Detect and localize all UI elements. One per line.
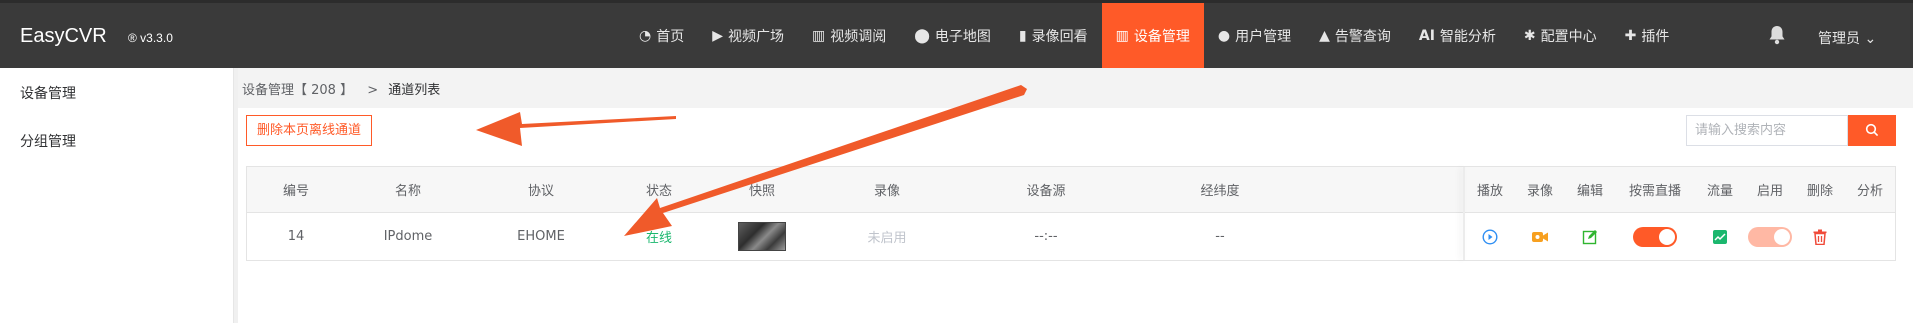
nav-plugins[interactable]: ✚ 插件 bbox=[1611, 3, 1684, 68]
nav-home[interactable]: ◔ 首页 bbox=[625, 3, 698, 68]
breadcrumb-current: 通道列表 bbox=[388, 83, 441, 98]
nav-alarm-query[interactable]: ▲ 告警查询 bbox=[1305, 3, 1405, 68]
trash-icon bbox=[1813, 229, 1827, 245]
sidebar-item-group-management[interactable]: 分组管理 bbox=[20, 131, 76, 151]
nav-label: 视频广场 bbox=[728, 28, 784, 45]
col-header-record: 录像 bbox=[873, 184, 900, 199]
device-icon: ▥ bbox=[1115, 27, 1129, 44]
nav-video-square[interactable]: ▶ 视频广场 bbox=[698, 3, 798, 68]
nav-label: 视频调阅 bbox=[830, 28, 887, 45]
fixed-column-divider bbox=[1463, 167, 1465, 260]
version-label: ® v3.3.0 bbox=[128, 31, 173, 45]
play-button[interactable] bbox=[1465, 213, 1515, 260]
col-header-status: 状态 bbox=[645, 184, 672, 199]
edit-button[interactable] bbox=[1565, 213, 1615, 260]
nav-label: 设备管理 bbox=[1133, 28, 1190, 45]
sidebar: 设备管理 分组管理 bbox=[0, 68, 234, 323]
nav-label: 录像回看 bbox=[1031, 28, 1088, 45]
sidebar-item-device-management[interactable]: 设备管理 bbox=[20, 83, 76, 103]
col-header-latlng: 经纬度 bbox=[1200, 184, 1240, 199]
col-header-protocol: 协议 bbox=[527, 184, 554, 199]
map-pin-icon: ⬤ bbox=[914, 27, 930, 44]
col-header-name: 名称 bbox=[394, 184, 421, 199]
video-camera-icon: ▮ bbox=[1018, 27, 1027, 44]
flow-button[interactable] bbox=[1695, 213, 1745, 260]
channel-table: 编号 名称 协议 状态 快照 录像 设备源 经纬度 播放 录像 编辑 按需直播 … bbox=[246, 166, 1896, 261]
col-header-play: 播放 bbox=[1476, 184, 1503, 199]
breadcrumb: 设备管理【 208 】 > 通道列表 bbox=[242, 79, 440, 98]
brand-logo[interactable]: EasyCVR bbox=[20, 25, 107, 48]
cell-record: 未启用 bbox=[867, 231, 907, 246]
nav-user-management[interactable]: ● 用户管理 bbox=[1204, 3, 1305, 68]
cell-analysis bbox=[1845, 213, 1895, 260]
table-header: 编号 名称 协议 状态 快照 录像 设备源 经纬度 播放 录像 编辑 按需直播 … bbox=[247, 167, 1895, 213]
col-header-snapshot: 快照 bbox=[748, 184, 775, 199]
col-header-delete: 删除 bbox=[1806, 184, 1833, 199]
col-header-source: 设备源 bbox=[1026, 184, 1066, 199]
toggle-switch bbox=[1748, 226, 1792, 247]
nav-label: 告警查询 bbox=[1334, 28, 1391, 45]
bell-icon[interactable] bbox=[1768, 25, 1786, 50]
nav-label: 电子地图 bbox=[934, 28, 991, 45]
col-header-enable: 启用 bbox=[1756, 184, 1783, 199]
nav-label: 首页 bbox=[656, 28, 685, 45]
play-circle-icon: ▶ bbox=[712, 27, 723, 44]
chart-icon bbox=[1713, 229, 1727, 244]
alarm-icon: ▲ bbox=[1319, 27, 1330, 44]
col-header-edit: 编辑 bbox=[1576, 184, 1603, 199]
cell-protocol: EHOME bbox=[517, 229, 565, 244]
breadcrumb-bar: 设备管理【 208 】 > 通道列表 bbox=[238, 68, 1913, 108]
col-header-flow: 流量 bbox=[1706, 184, 1733, 199]
nav-e-map[interactable]: ⬤ 电子地图 bbox=[900, 3, 1005, 68]
search-input[interactable] bbox=[1686, 115, 1848, 146]
user-icon: ● bbox=[1217, 27, 1231, 44]
cell-status: 在线 bbox=[645, 231, 672, 246]
nav-config-center[interactable]: ✱ 配置中心 bbox=[1510, 3, 1611, 68]
delete-button[interactable] bbox=[1795, 213, 1845, 260]
on-demand-toggle[interactable] bbox=[1615, 213, 1695, 260]
cell-snapshot bbox=[707, 213, 817, 260]
cell-latlng: -- bbox=[1215, 229, 1225, 244]
breadcrumb-separator: > bbox=[367, 83, 379, 98]
nav-label: 智能分析 bbox=[1439, 28, 1496, 45]
record-button[interactable] bbox=[1515, 213, 1565, 260]
nav-label: 用户管理 bbox=[1235, 28, 1292, 45]
play-circle-icon bbox=[1482, 228, 1498, 245]
video-camera-icon bbox=[1532, 231, 1548, 242]
ai-icon: AI bbox=[1418, 27, 1435, 44]
main-content: 设备管理【 208 】 > 通道列表 删除本页离线通道 编号 名称 协议 状态 … bbox=[238, 68, 1913, 323]
nav-ai-analysis[interactable]: AI 智能分析 bbox=[1405, 3, 1510, 68]
cell-id: 14 bbox=[287, 229, 305, 244]
delete-offline-channels-button[interactable]: 删除本页离线通道 bbox=[246, 115, 373, 146]
table-row: 14 IPdome EHOME 在线 未启用 --:-- -- bbox=[247, 213, 1895, 260]
snapshot-thumbnail[interactable] bbox=[738, 222, 786, 251]
enable-toggle[interactable] bbox=[1745, 213, 1795, 260]
toggle-switch bbox=[1633, 226, 1677, 247]
nav-label: 插件 bbox=[1641, 28, 1670, 45]
col-header-on-demand: 按需直播 bbox=[1628, 184, 1681, 199]
nav-device-management[interactable]: ▥ 设备管理 bbox=[1101, 3, 1204, 68]
gear-icon: ✱ bbox=[1523, 27, 1536, 44]
edit-icon bbox=[1582, 229, 1597, 244]
puzzle-icon: ✚ bbox=[1624, 27, 1637, 44]
search-button[interactable] bbox=[1848, 115, 1896, 146]
user-menu[interactable]: 管理员 ⌄ bbox=[1818, 28, 1876, 48]
nav-playback[interactable]: ▮ 录像回看 bbox=[1005, 3, 1102, 68]
col-header-analysis: 分析 bbox=[1856, 184, 1883, 199]
dashboard-icon: ◔ bbox=[639, 27, 652, 44]
col-header-id: 编号 bbox=[282, 184, 309, 199]
layout-icon: ▥ bbox=[812, 27, 826, 44]
top-navbar: EasyCVR ® v3.3.0 ◔ 首页 ▶ 视频广场 ▥ 视频调阅 ⬤ 电子地图 ▮… bbox=[0, 0, 1913, 68]
cell-name: IPdome bbox=[383, 229, 433, 244]
breadcrumb-parent[interactable]: 设备管理【 208 】 bbox=[242, 83, 353, 98]
cell-source: --:-- bbox=[1034, 229, 1058, 244]
col-header-record-op: 录像 bbox=[1526, 184, 1553, 199]
main-nav: ◔ 首页 ▶ 视频广场 ▥ 视频调阅 ⬤ 电子地图 ▮ 录像回看 ▥ 设备管理 ● 用户管理 … bbox=[625, 3, 1683, 68]
nav-label: 配置中心 bbox=[1540, 28, 1597, 45]
search-icon bbox=[1865, 123, 1879, 137]
nav-video-review[interactable]: ▥ 视频调阅 bbox=[798, 3, 900, 68]
